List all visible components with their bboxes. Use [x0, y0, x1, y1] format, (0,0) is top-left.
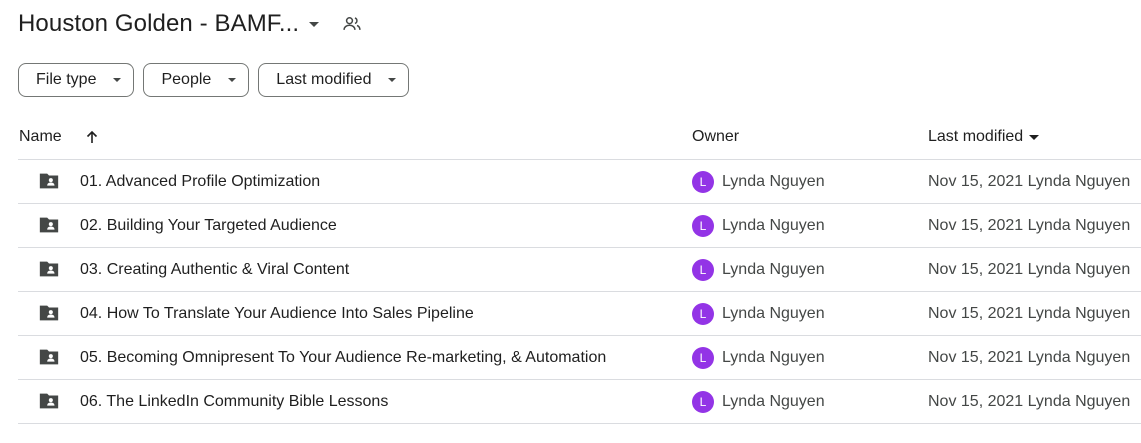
- caret-down-icon: [1029, 134, 1040, 140]
- file-name[interactable]: 03. Creating Authentic & Viral Content: [80, 261, 349, 279]
- last-modified: Nov 15, 2021 Lynda Nguyen: [928, 173, 1131, 190]
- owner-name: Lynda Nguyen: [722, 173, 825, 190]
- table-row[interactable]: 06. The LinkedIn Community Bible Lessons…: [18, 380, 1141, 424]
- caret-down-icon: [113, 78, 122, 82]
- file-name[interactable]: 02. Building Your Targeted Audience: [80, 217, 337, 235]
- avatar: L: [692, 259, 714, 281]
- table-row[interactable]: 05. Becoming Omnipresent To Your Audienc…: [18, 336, 1141, 380]
- column-label: Last modified: [928, 128, 1024, 145]
- shared-folder-icon: [39, 349, 59, 365]
- table-row[interactable]: 01. Advanced Profile Optimization L Lynd…: [18, 160, 1141, 204]
- last-modified: Nov 15, 2021 Lynda Nguyen: [928, 217, 1131, 234]
- caret-down-icon: [228, 78, 237, 82]
- last-modified: Nov 15, 2021 Lynda Nguyen: [928, 305, 1131, 322]
- column-label: Name: [19, 128, 62, 145]
- people-icon[interactable]: [341, 13, 363, 35]
- file-table: Name Owner Last modified 01. Advanced Pr…: [18, 116, 1141, 424]
- folder-title[interactable]: Houston Golden - BAMF...: [18, 10, 299, 38]
- people-filter[interactable]: People: [143, 63, 250, 97]
- avatar: L: [692, 215, 714, 237]
- file-name[interactable]: 04. How To Translate Your Audience Into …: [80, 305, 474, 323]
- avatar: L: [692, 303, 714, 325]
- file-name[interactable]: 06. The LinkedIn Community Bible Lessons: [80, 393, 388, 411]
- last-modified: Nov 15, 2021 Lynda Nguyen: [928, 393, 1131, 410]
- table-row[interactable]: 02. Building Your Targeted Audience L Ly…: [18, 204, 1141, 248]
- avatar: L: [692, 347, 714, 369]
- filter-label: File type: [36, 71, 97, 88]
- shared-folder-icon: [39, 393, 59, 409]
- caret-down-icon: [388, 78, 397, 82]
- page-header: Houston Golden - BAMF...: [18, 6, 363, 42]
- file-name[interactable]: 01. Advanced Profile Optimization: [80, 173, 320, 191]
- table-header: Name Owner Last modified: [18, 116, 1141, 160]
- shared-folder-icon: [39, 305, 59, 321]
- arrow-up-icon[interactable]: [84, 129, 100, 145]
- shared-folder-icon: [39, 261, 59, 277]
- filter-label: People: [161, 71, 212, 88]
- shared-folder-icon: [39, 173, 59, 189]
- file-type-filter[interactable]: File type: [18, 63, 135, 97]
- last-modified-column-header[interactable]: Last modified: [928, 128, 1040, 146]
- table-row[interactable]: 03. Creating Authentic & Viral Content L…: [18, 248, 1141, 292]
- last-modified: Nov 15, 2021 Lynda Nguyen: [928, 261, 1131, 278]
- last-modified: Nov 15, 2021 Lynda Nguyen: [928, 349, 1131, 366]
- avatar: L: [692, 391, 714, 413]
- shared-folder-icon: [39, 217, 59, 233]
- filter-label: Last modified: [276, 71, 372, 88]
- table-row[interactable]: 04. How To Translate Your Audience Into …: [18, 292, 1141, 336]
- last-modified-filter[interactable]: Last modified: [258, 63, 410, 97]
- file-name[interactable]: 05. Becoming Omnipresent To Your Audienc…: [80, 349, 606, 367]
- owner-name: Lynda Nguyen: [722, 217, 825, 234]
- owner-name: Lynda Nguyen: [722, 393, 825, 410]
- name-column-header[interactable]: Name: [19, 128, 100, 146]
- owner-name: Lynda Nguyen: [722, 261, 825, 278]
- owner-name: Lynda Nguyen: [722, 349, 825, 366]
- avatar: L: [692, 171, 714, 193]
- caret-down-icon[interactable]: [309, 21, 320, 27]
- owner-name: Lynda Nguyen: [722, 305, 825, 322]
- owner-column-header: Owner: [692, 128, 740, 145]
- filter-bar: File type People Last modified: [18, 63, 410, 97]
